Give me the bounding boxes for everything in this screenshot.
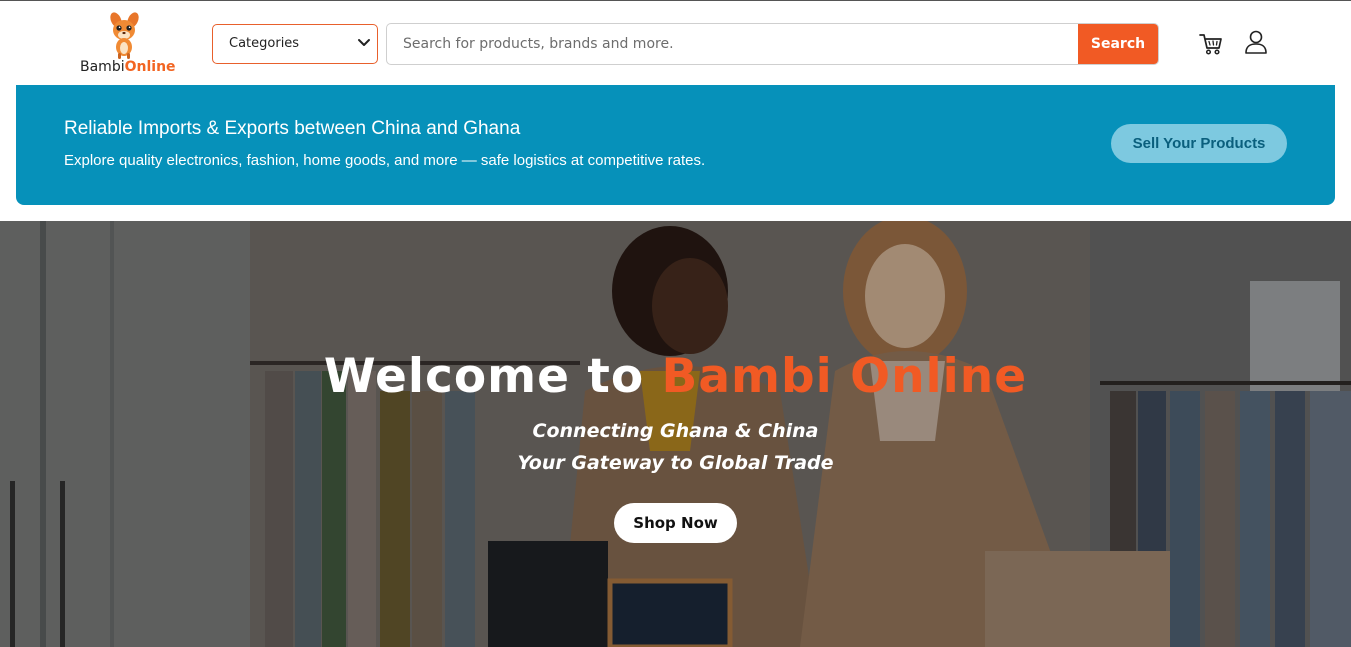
chevron-down-icon [358, 39, 370, 46]
search-button[interactable]: Search [1078, 24, 1158, 64]
shop-now-button[interactable]: Shop Now [614, 503, 737, 543]
cart-icon[interactable] [1198, 31, 1224, 57]
hero-title-brand: Bambi Online [661, 349, 1028, 404]
hero-title: Welcome to Bambi Online [0, 349, 1351, 404]
categories-select-value: Categories [229, 36, 300, 51]
bambi-mascot-icon [110, 12, 139, 59]
brand-name-part2: Online [124, 59, 176, 75]
categories-select[interactable]: Categories [212, 24, 378, 64]
user-icon[interactable] [1244, 29, 1268, 55]
promo-title: Reliable Imports & Exports between China… [64, 118, 521, 139]
brand-wordmark: BambiOnline [80, 59, 176, 75]
brand-name-part1: Bambi [80, 59, 125, 75]
hero-tagline-2: Your Gateway to Global Trade [517, 452, 834, 474]
hero-tagline-1: Connecting Ghana & China [532, 420, 819, 442]
search-input[interactable] [387, 24, 1079, 64]
site-header: BambiOnline Categories Search [0, 1, 1351, 85]
promo-banner: Reliable Imports & Exports between China… [16, 85, 1335, 205]
search-bar: Search [386, 23, 1159, 65]
hero-title-prefix: Welcome to [323, 349, 662, 404]
brand-logo[interactable]: BambiOnline [78, 11, 176, 77]
hero-section: Welcome to Bambi Online Connecting Ghana… [0, 221, 1351, 647]
sell-your-products-button[interactable]: Sell Your Products [1111, 124, 1287, 163]
promo-subtitle: Explore quality electronics, fashion, ho… [64, 152, 706, 169]
